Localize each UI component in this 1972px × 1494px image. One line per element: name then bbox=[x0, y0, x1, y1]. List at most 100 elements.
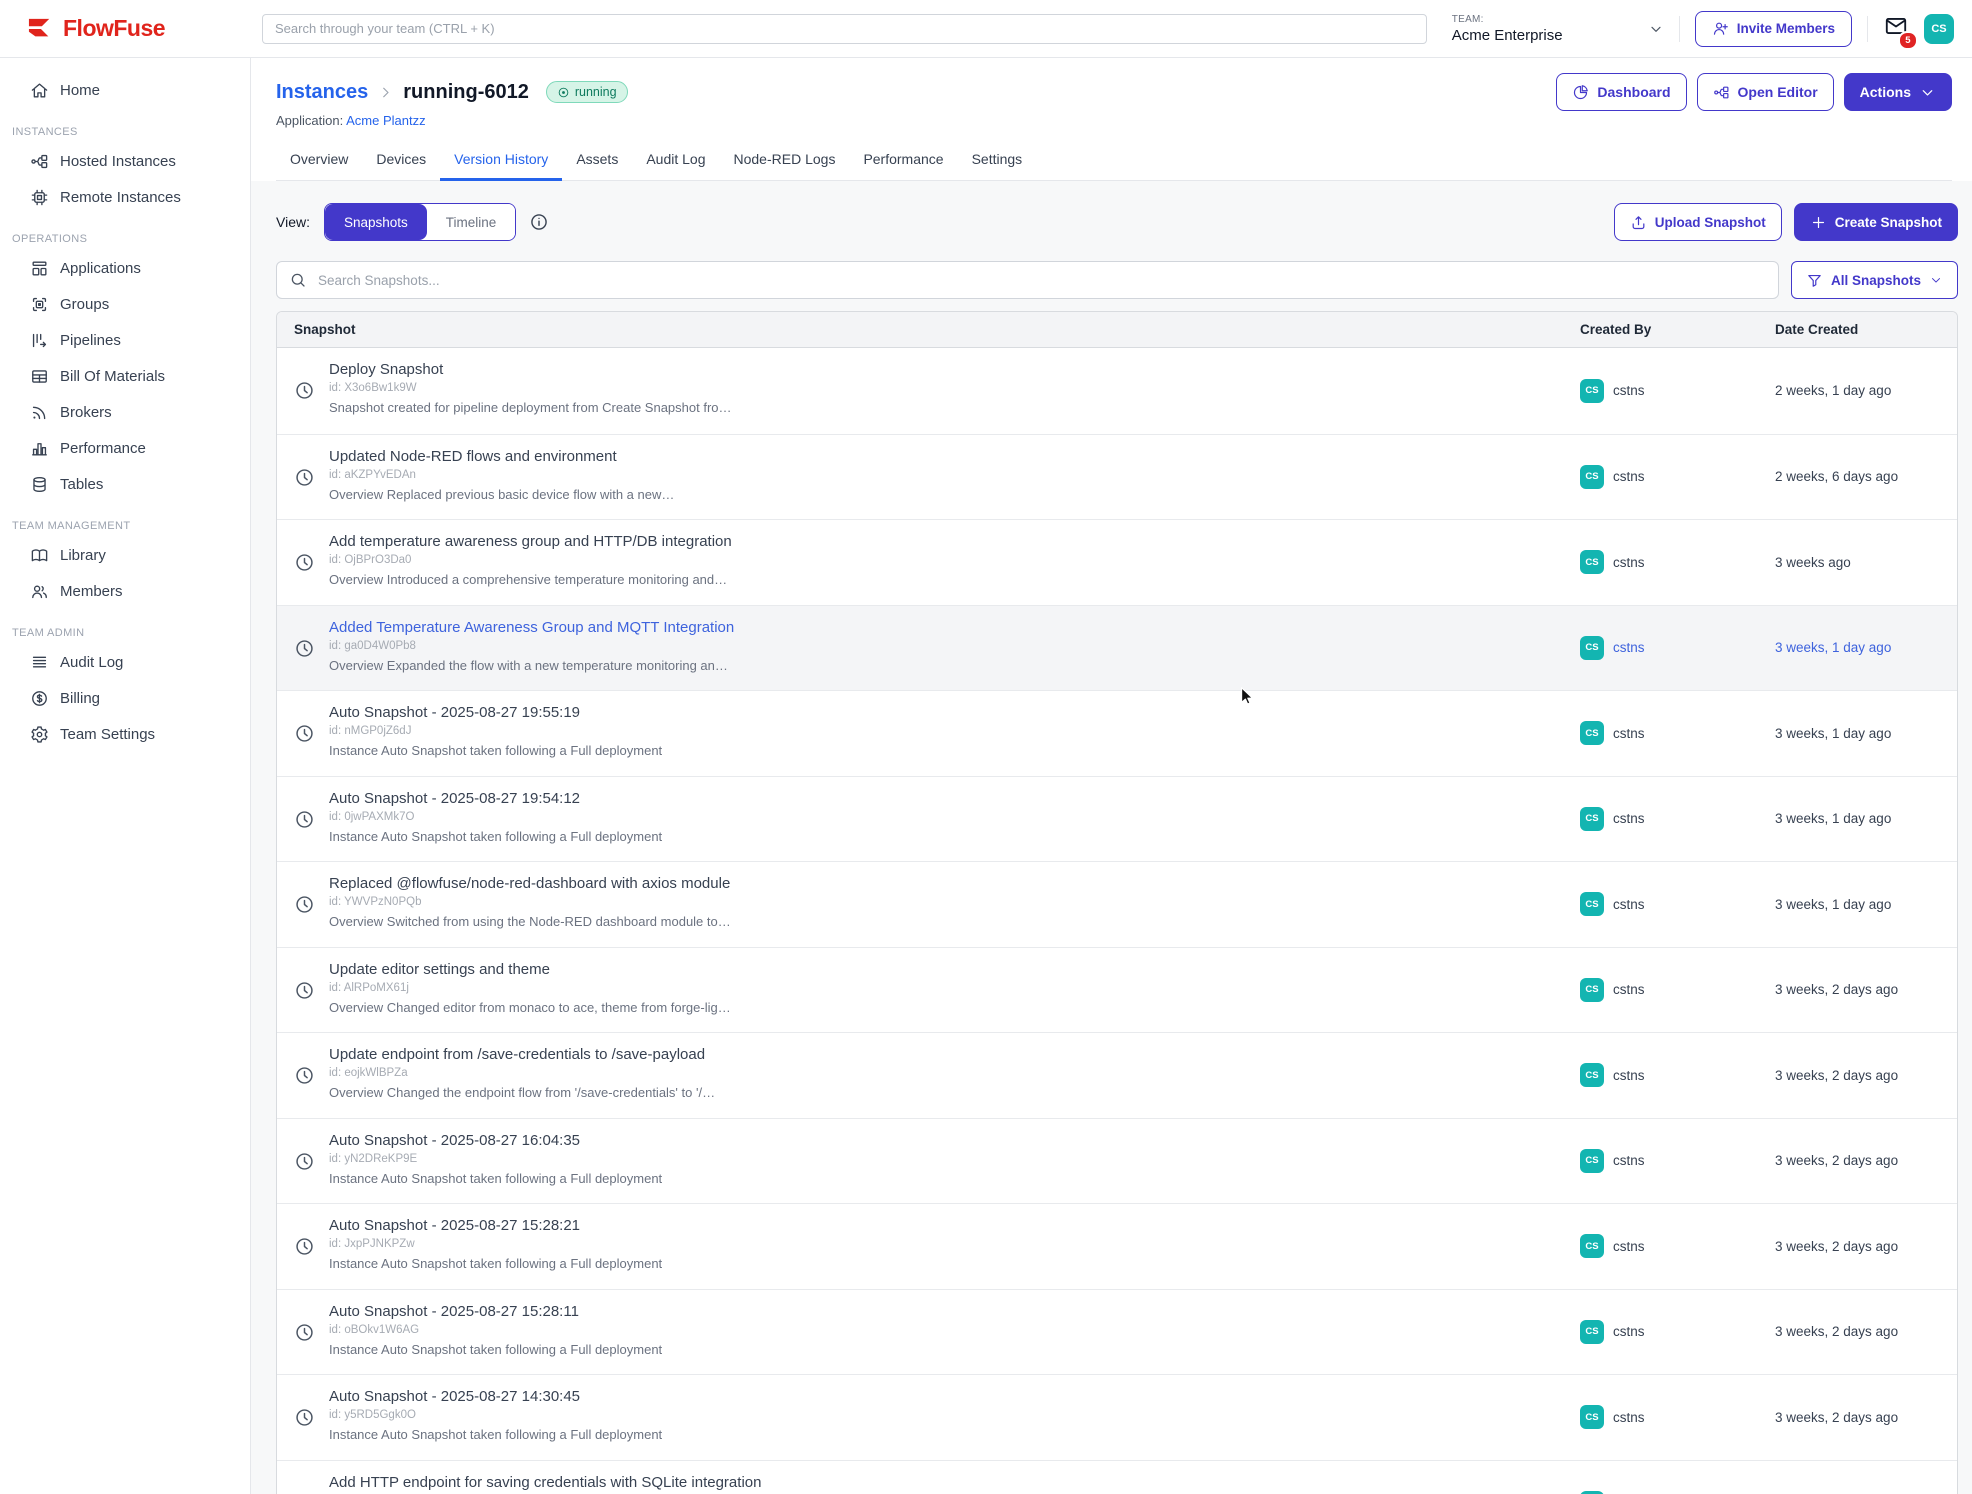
main-area: Instances running-6012 running Dashboard… bbox=[251, 58, 1972, 1494]
snapshot-description: Instance Auto Snapshot taken following a… bbox=[329, 1342, 662, 1357]
flowfuse-logo-icon bbox=[26, 17, 54, 41]
user-avatar[interactable]: CS bbox=[1924, 14, 1954, 44]
table-row[interactable]: Auto Snapshot - 2025-08-27 16:04:35id: y… bbox=[277, 1118, 1957, 1204]
snapshot-title: Auto Snapshot - 2025-08-27 19:55:19 bbox=[329, 704, 662, 721]
snapshot-id: id: y5RD5Ggk0O bbox=[329, 1409, 662, 1421]
snapshot-id: id: X3o6Bw1k9W bbox=[329, 382, 732, 394]
snapshot-text: Updated Node-RED flows and environmentid… bbox=[329, 435, 674, 520]
tab-settings[interactable]: Settings bbox=[958, 142, 1037, 180]
remote-instances-icon bbox=[30, 188, 49, 207]
team-selector[interactable]: TEAM: Acme Enterprise bbox=[1452, 14, 1664, 44]
chevron-right-icon bbox=[377, 84, 394, 101]
snapshot-id: id: ga0D4W0Pb8 bbox=[329, 640, 734, 652]
tab-assets[interactable]: Assets bbox=[562, 142, 632, 180]
applications-icon bbox=[30, 259, 49, 278]
pipelines-icon bbox=[30, 331, 49, 350]
create-snapshot-button[interactable]: Create Snapshot bbox=[1794, 203, 1958, 241]
tab-node-red-logs[interactable]: Node-RED Logs bbox=[720, 142, 850, 180]
table-row[interactable]: Auto Snapshot - 2025-08-27 19:55:19id: n… bbox=[277, 690, 1957, 776]
table-row[interactable]: Update editor settings and themeid: AlRP… bbox=[277, 947, 1957, 1033]
created-by-cell: CScstns bbox=[1580, 1204, 1775, 1289]
sidebar-section-label: TEAM MANAGEMENT bbox=[0, 520, 250, 532]
breadcrumb-instances-link[interactable]: Instances bbox=[276, 81, 368, 104]
status-badge: running bbox=[546, 81, 628, 103]
column-created-by: Created By bbox=[1580, 322, 1775, 337]
upload-icon bbox=[1630, 214, 1647, 231]
table-row[interactable]: Auto Snapshot - 2025-08-27 15:28:11id: o… bbox=[277, 1289, 1957, 1375]
sidebar-item-brokers[interactable]: Brokers bbox=[0, 394, 250, 430]
view-option-timeline[interactable]: Timeline bbox=[427, 204, 516, 240]
breadcrumb: Instances running-6012 running Dashboard… bbox=[276, 76, 1952, 108]
snapshot-search-input[interactable] bbox=[316, 272, 1766, 289]
sidebar-item-label: Audit Log bbox=[60, 654, 123, 671]
sidebar-item-remote-instances[interactable]: Remote Instances bbox=[0, 179, 250, 215]
sidebar-item-tables[interactable]: Tables bbox=[0, 466, 250, 502]
table-row[interactable]: Auto Snapshot - 2025-08-27 14:30:45id: y… bbox=[277, 1374, 1957, 1460]
snapshot-cell: Add HTTP endpoint for saving credentials… bbox=[277, 1461, 1580, 1494]
tab-audit-log[interactable]: Audit Log bbox=[632, 142, 719, 180]
view-option-snapshots[interactable]: Snapshots bbox=[325, 204, 427, 240]
clock-icon bbox=[294, 552, 315, 573]
snapshot-title: Add temperature awareness group and HTTP… bbox=[329, 533, 732, 550]
created-by-cell: CScstns bbox=[1580, 606, 1775, 691]
clock-icon bbox=[294, 380, 315, 401]
table-row[interactable]: Replaced @flowfuse/node-red-dashboard wi… bbox=[277, 861, 1957, 947]
audit-log-icon bbox=[30, 653, 49, 672]
sidebar-item-applications[interactable]: Applications bbox=[0, 250, 250, 286]
avatar: CS bbox=[1580, 978, 1604, 1002]
snapshot-filter-button[interactable]: All Snapshots bbox=[1791, 261, 1958, 299]
snapshot-text: Update endpoint from /save-credentials t… bbox=[329, 1033, 715, 1118]
tab-overview[interactable]: Overview bbox=[276, 142, 362, 180]
created-by-name: cstns bbox=[1613, 726, 1645, 741]
flowfuse-logo[interactable]: FlowFuse bbox=[0, 15, 251, 42]
snapshot-title: Auto Snapshot - 2025-08-27 15:28:11 bbox=[329, 1303, 662, 1320]
snapshot-title: Add HTTP endpoint for saving credentials… bbox=[329, 1474, 761, 1491]
snapshot-title: Update editor settings and theme bbox=[329, 961, 731, 978]
table-row[interactable]: Deploy Snapshotid: X3o6Bw1k9WSnapshot cr… bbox=[277, 348, 1957, 434]
snapshot-description: Overview Changed the endpoint flow from … bbox=[329, 1085, 715, 1100]
tab-performance[interactable]: Performance bbox=[849, 142, 957, 180]
sidebar-item-audit-log[interactable]: Audit Log bbox=[0, 644, 250, 680]
tab-devices[interactable]: Devices bbox=[362, 142, 440, 180]
avatar: CS bbox=[1580, 1405, 1604, 1429]
application-link[interactable]: Acme Plantzz bbox=[346, 113, 425, 128]
invite-members-label: Invite Members bbox=[1737, 21, 1835, 36]
tab-version-history[interactable]: Version History bbox=[440, 142, 562, 180]
sidebar-item-performance[interactable]: Performance bbox=[0, 430, 250, 466]
snapshot-description: Instance Auto Snapshot taken following a… bbox=[329, 1427, 662, 1442]
table-row[interactable]: Auto Snapshot - 2025-08-27 15:28:21id: J… bbox=[277, 1203, 1957, 1289]
sidebar-item-groups[interactable]: Groups bbox=[0, 286, 250, 322]
info-icon[interactable] bbox=[529, 212, 549, 232]
sidebar-item-home[interactable]: Home bbox=[0, 72, 250, 108]
actions-button[interactable]: Actions bbox=[1844, 73, 1952, 111]
table-row[interactable]: Add HTTP endpoint for saving credentials… bbox=[277, 1460, 1957, 1494]
sidebar-item-team-settings[interactable]: Team Settings bbox=[0, 716, 250, 752]
notifications-button[interactable]: 5 bbox=[1883, 13, 1909, 44]
snapshot-description: Overview Replaced previous basic device … bbox=[329, 487, 674, 502]
table-row[interactable]: Add temperature awareness group and HTTP… bbox=[277, 519, 1957, 605]
table-row[interactable]: Updated Node-RED flows and environmentid… bbox=[277, 434, 1957, 520]
chevron-down-icon bbox=[1929, 273, 1943, 287]
table-row[interactable]: Auto Snapshot - 2025-08-27 19:54:12id: 0… bbox=[277, 776, 1957, 862]
team-name: Acme Enterprise bbox=[1452, 27, 1563, 44]
open-editor-button[interactable]: Open Editor bbox=[1697, 73, 1834, 111]
snapshot-title: Auto Snapshot - 2025-08-27 19:54:12 bbox=[329, 790, 662, 807]
upload-snapshot-button[interactable]: Upload Snapshot bbox=[1614, 203, 1782, 241]
invite-members-button[interactable]: Invite Members bbox=[1695, 11, 1852, 47]
sidebar-item-library[interactable]: Library bbox=[0, 537, 250, 573]
snapshot-description: Overview Introduced a comprehensive temp… bbox=[329, 572, 732, 587]
team-search-input[interactable] bbox=[262, 14, 1427, 44]
sidebar: HomeINSTANCESHosted InstancesRemote Inst… bbox=[0, 58, 251, 1494]
snapshot-text: Auto Snapshot - 2025-08-27 15:28:11id: o… bbox=[329, 1290, 662, 1375]
sidebar-item-pipelines[interactable]: Pipelines bbox=[0, 322, 250, 358]
sidebar-item-members[interactable]: Members bbox=[0, 573, 250, 609]
table-row[interactable]: Update endpoint from /save-credentials t… bbox=[277, 1032, 1957, 1118]
table-row[interactable]: Added Temperature Awareness Group and MQ… bbox=[277, 605, 1957, 691]
sidebar-item-hosted-instances[interactable]: Hosted Instances bbox=[0, 143, 250, 179]
sidebar-item-bill-of-materials[interactable]: Bill Of Materials bbox=[0, 358, 250, 394]
created-by-cell: CScstns bbox=[1580, 948, 1775, 1033]
dashboard-button[interactable]: Dashboard bbox=[1556, 73, 1686, 111]
sidebar-item-label: Applications bbox=[60, 260, 141, 277]
sidebar-item-billing[interactable]: Billing bbox=[0, 680, 250, 716]
snapshot-cell: Added Temperature Awareness Group and MQ… bbox=[277, 606, 1580, 691]
